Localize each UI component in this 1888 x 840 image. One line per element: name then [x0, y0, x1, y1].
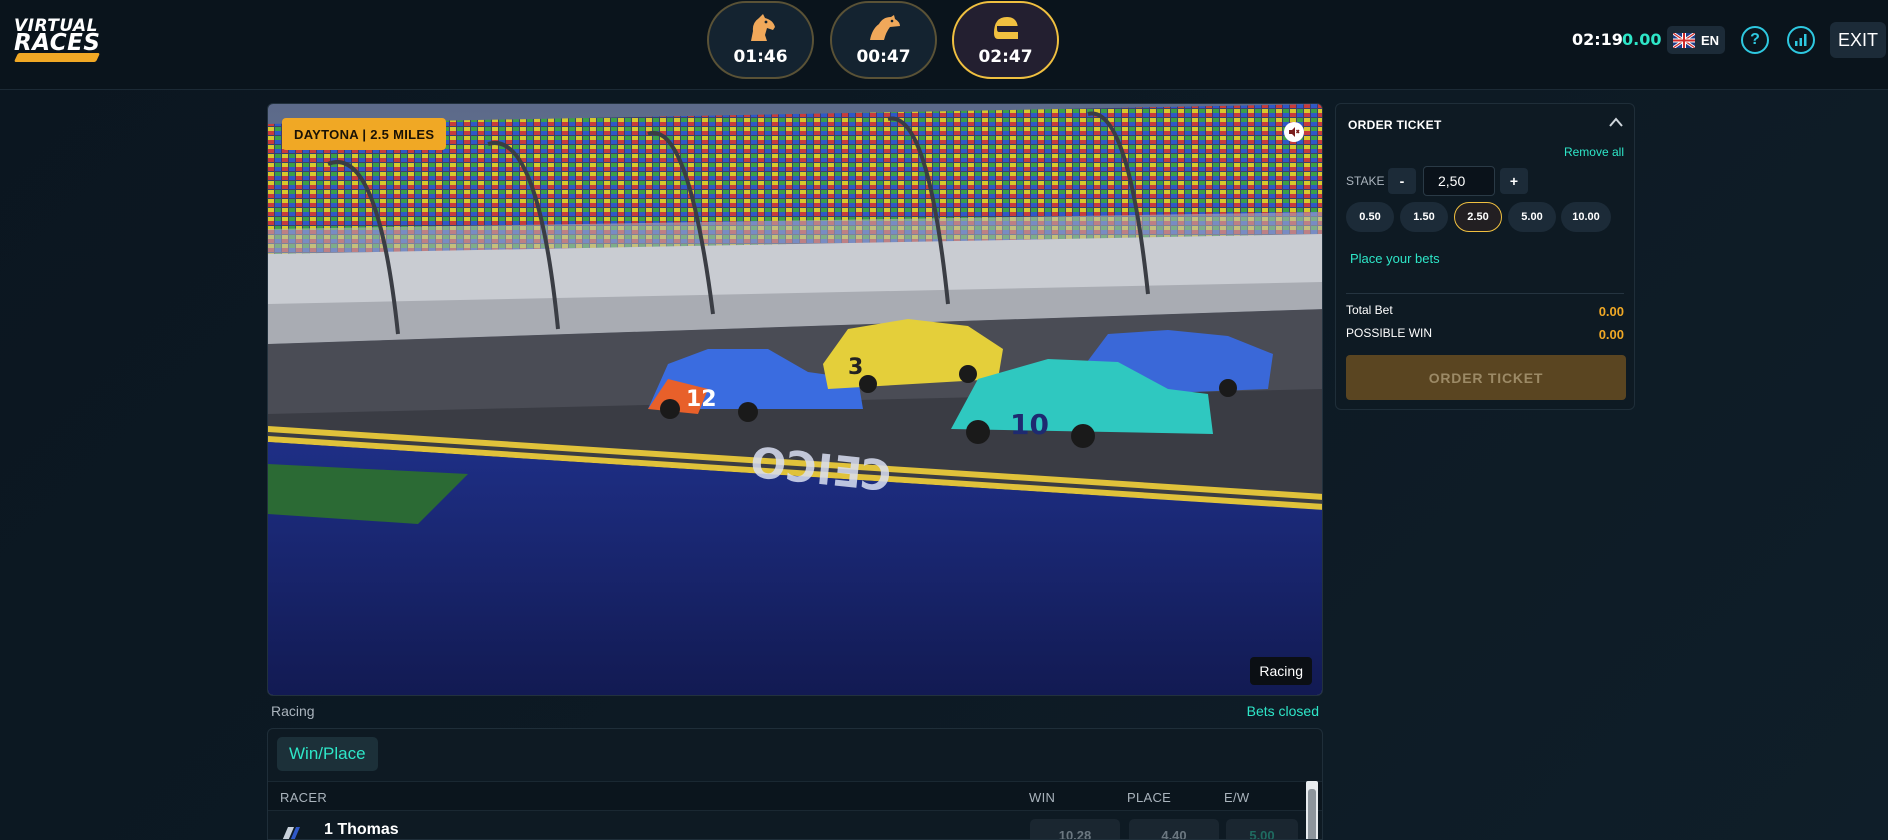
racer-name: 1 Thomas [324, 821, 399, 838]
total-bet-value: 0.00 [1598, 304, 1624, 319]
race-status-row: Racing Bets closed [267, 703, 1323, 721]
table-row: 1 Thomas 10.28 4.40 5.00 [268, 811, 1322, 839]
racing-helmet-icon [993, 17, 1018, 39]
place-bets-hint: Place your bets [1350, 251, 1440, 266]
question-mark-icon: ? [1750, 31, 1760, 48]
stake-input[interactable] [1423, 166, 1495, 196]
speaker-muted-icon [1289, 127, 1300, 137]
car-number-icon [282, 827, 300, 839]
remove-all-link[interactable]: Remove all [1564, 145, 1624, 159]
exit-button[interactable]: EXIT [1830, 22, 1886, 58]
order-ticket-panel: ORDER TICKET Remove all STAKE - + 0.50 1… [1335, 103, 1635, 410]
language-code: EN [1700, 32, 1720, 48]
balance: 0.00 [1622, 30, 1662, 49]
logo-line2: RACES [14, 30, 101, 56]
ew-odds-button[interactable]: 5.00 [1226, 819, 1298, 839]
total-bet-label: Total Bet [1346, 303, 1393, 317]
race-tab-greyhounds[interactable]: 00:47 [830, 1, 937, 79]
stake-increase-button[interactable]: + [1500, 168, 1528, 194]
race-tab-motor-racing[interactable]: 02:47 [952, 1, 1059, 79]
column-place: PLACE [1127, 790, 1172, 805]
possible-win-label: POSSIBLE WIN [1346, 326, 1433, 340]
clock: 02:19 [1572, 30, 1623, 49]
track-badge: DAYTONA | 2.5 MILES [282, 118, 447, 150]
svg-text:3: 3 [848, 355, 863, 380]
race-tab-time: 02:47 [978, 47, 1033, 67]
race-status-text: Racing [271, 703, 315, 719]
place-odds-button[interactable]: 4.40 [1129, 819, 1219, 839]
svg-text:10: 10 [1010, 408, 1049, 441]
chevron-up-icon[interactable] [1608, 116, 1624, 128]
bar-chart-icon [1795, 34, 1807, 46]
quick-stake-button[interactable]: 10.00 [1561, 202, 1611, 232]
column-racer: RACER [280, 790, 328, 805]
sound-toggle-button[interactable] [1284, 122, 1304, 142]
market-scrollbar[interactable] [1306, 781, 1318, 839]
market-table-header: RACER WIN PLACE E/W [268, 781, 1322, 811]
uk-flag-icon [1672, 32, 1695, 48]
race-video: OƆIƎƆ 12 3 10 DAYTONA | 2.5 MILES Racing [267, 103, 1323, 696]
svg-text:12: 12 [686, 387, 717, 412]
greyhound-head-icon [869, 15, 900, 40]
top-header: VIRTUAL RACES 01:46 00:47 02:47 02:19 0.… [0, 0, 1888, 90]
possible-win-value: 0.00 [1598, 327, 1624, 342]
race-scene-image: OƆIƎƆ 12 3 10 [268, 104, 1322, 695]
virtual-races-logo[interactable]: VIRTUAL RACES [13, 18, 104, 62]
quick-stake-button[interactable]: 0.50 [1346, 202, 1394, 232]
market-panel: Win/Place RACER WIN PLACE E/W 1 Thomas 1… [267, 728, 1323, 840]
column-win: WIN [1029, 790, 1056, 805]
divider [1346, 293, 1624, 294]
win-odds-button[interactable]: 10.28 [1030, 819, 1120, 839]
language-selector[interactable]: EN [1667, 26, 1725, 54]
scrollbar-thumb[interactable] [1308, 789, 1316, 839]
race-status-pill: Racing [1250, 657, 1312, 685]
quick-stake-button[interactable]: 1.50 [1400, 202, 1448, 232]
tab-win-place[interactable]: Win/Place [277, 737, 378, 771]
logo-swoosh [13, 53, 101, 62]
race-tab-horses[interactable]: 01:46 [707, 1, 814, 79]
quick-stake-button[interactable]: 5.00 [1508, 202, 1556, 232]
race-tab-time: 01:46 [733, 47, 788, 67]
horse-head-icon [750, 14, 775, 41]
quick-stake-button[interactable]: 2.50 [1454, 202, 1502, 232]
bets-status-text: Bets closed [1246, 703, 1319, 719]
column-ew: E/W [1224, 790, 1250, 805]
order-ticket-button[interactable]: ORDER TICKET [1346, 355, 1626, 400]
help-button[interactable]: ? [1741, 26, 1769, 54]
race-tab-time: 00:47 [856, 47, 911, 67]
ticket-title: ORDER TICKET [1348, 118, 1442, 132]
stake-label: STAKE [1346, 174, 1385, 188]
stake-decrease-button[interactable]: - [1388, 168, 1416, 194]
statistics-button[interactable] [1787, 26, 1815, 54]
